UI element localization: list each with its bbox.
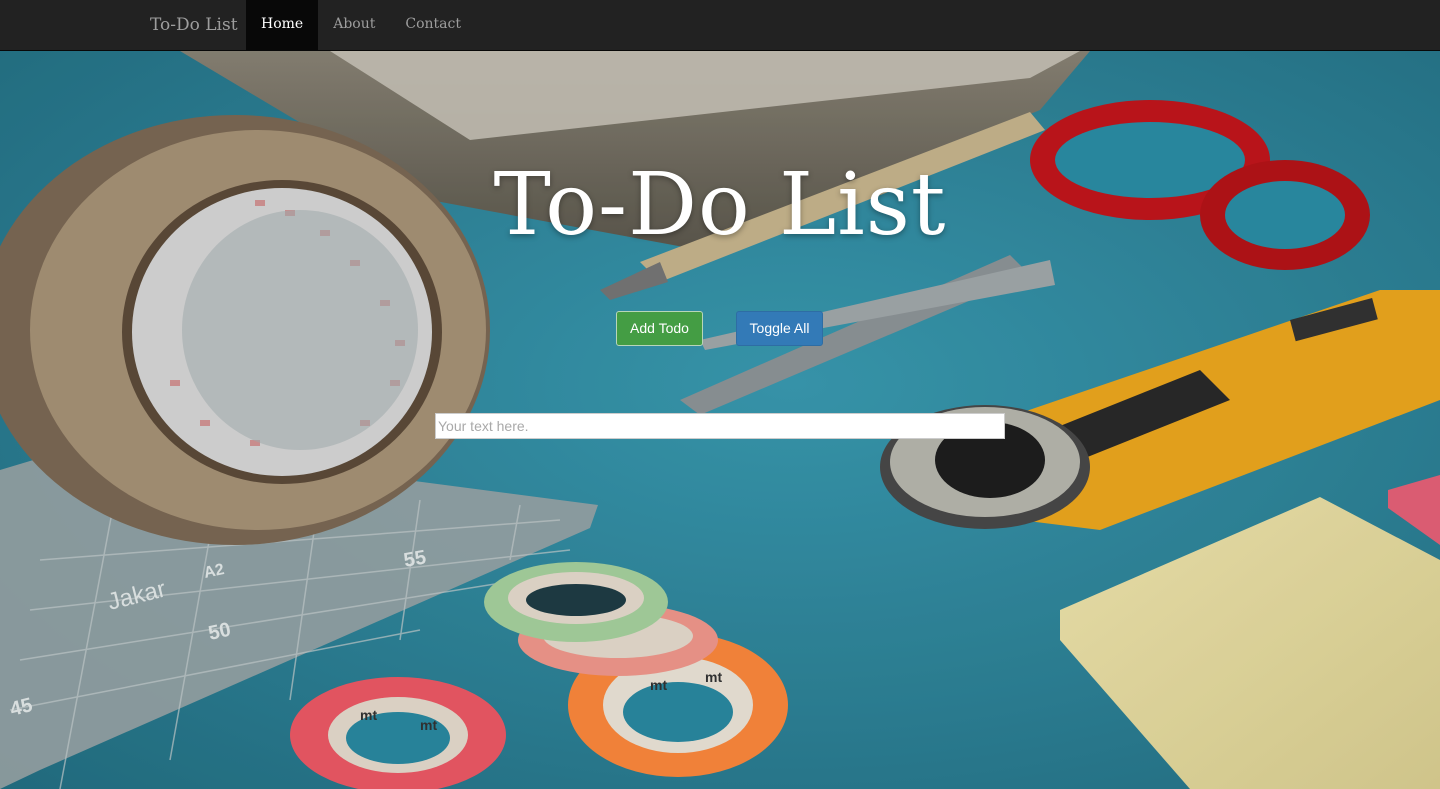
nav-menu: Home About Contact: [246, 0, 476, 50]
add-todo-button[interactable]: Add Todo: [616, 311, 703, 346]
todo-text-input[interactable]: [435, 413, 1005, 439]
page-title: To-Do List: [493, 155, 947, 255]
nav-item-home[interactable]: Home: [246, 0, 319, 50]
navbar: To-Do List Home About Contact: [0, 0, 1440, 51]
toggle-all-button[interactable]: Toggle All: [736, 311, 823, 346]
nav-item-about[interactable]: About: [318, 0, 390, 50]
nav-item-contact[interactable]: Contact: [390, 0, 476, 50]
navbar-brand[interactable]: To-Do List: [150, 0, 238, 50]
